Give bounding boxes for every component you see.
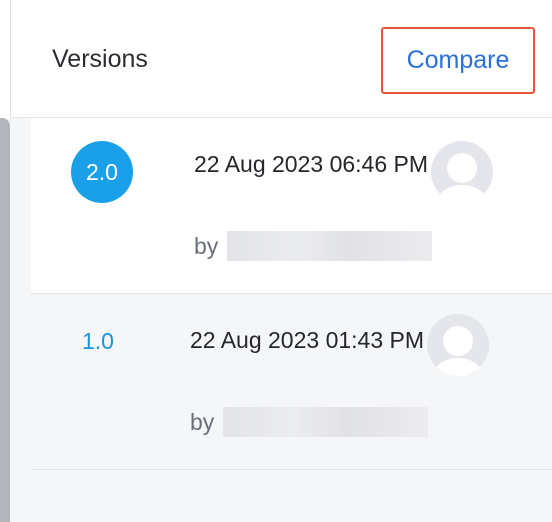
version-list: 2.0 22 Aug 2023 06:46 PM by 1.0 22 Aug 2…: [11, 118, 552, 522]
version-timestamp: 22 Aug 2023 06:46 PM: [194, 151, 429, 177]
by-label: by: [194, 232, 219, 259]
scrollbar[interactable]: [0, 118, 10, 522]
user-avatar-icon: [431, 141, 493, 203]
user-avatar-icon: [427, 314, 489, 376]
list-empty-space: [31, 470, 552, 522]
versions-header: Versions Compare: [11, 0, 552, 118]
version-row[interactable]: 1.0 22 Aug 2023 01:43 PM by: [31, 294, 552, 470]
version-author: by: [194, 231, 433, 261]
version-author: by: [190, 407, 429, 437]
version-row[interactable]: 2.0 22 Aug 2023 06:46 PM by: [31, 118, 552, 294]
redacted-author-name: [223, 407, 429, 437]
compare-button[interactable]: Compare: [381, 27, 535, 94]
version-badge: 2.0: [71, 141, 133, 203]
version-badge: 1.0: [82, 327, 114, 354]
panel-divider: [0, 0, 11, 118]
versions-panel: Versions Compare 2.0 22 Aug 2023 06:46 P…: [0, 0, 552, 522]
by-label: by: [190, 408, 215, 435]
version-timestamp: 22 Aug 2023 01:43 PM: [190, 327, 425, 353]
page-title: Versions: [52, 45, 148, 73]
redacted-author-name: [227, 231, 433, 261]
